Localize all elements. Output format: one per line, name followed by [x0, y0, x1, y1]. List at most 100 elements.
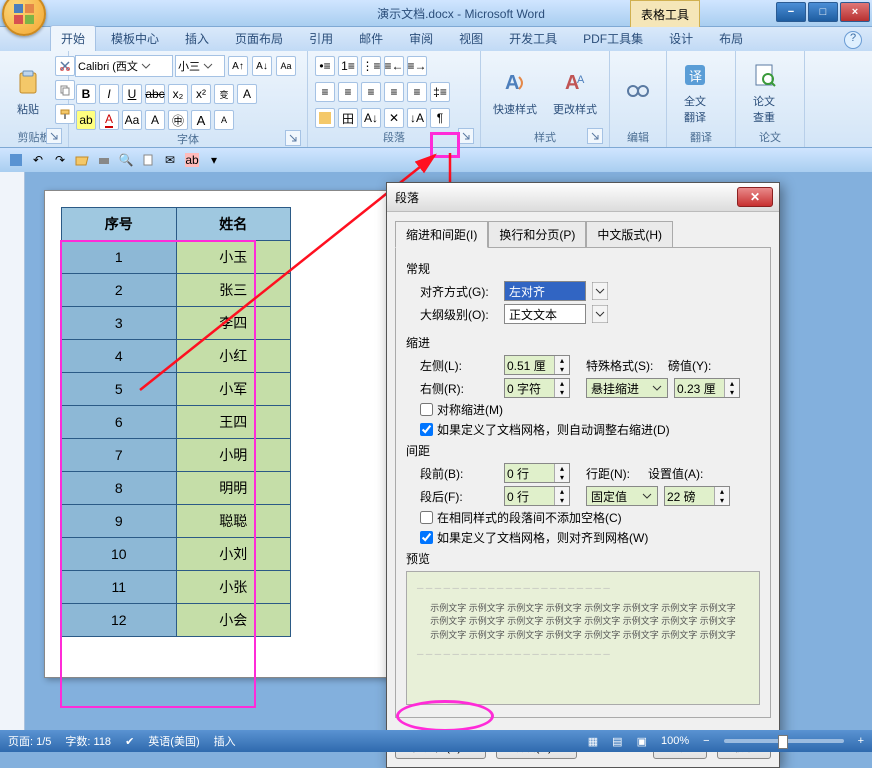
qat-undo-icon[interactable]: ↶ [29, 151, 47, 169]
tab-review[interactable]: 审阅 [398, 25, 444, 51]
zoom-level[interactable]: 100% [661, 735, 689, 747]
help-icon[interactable]: ? [844, 31, 862, 49]
align-center-icon[interactable]: ≡ [338, 82, 358, 102]
line-spacing-select[interactable]: 固定值 [586, 486, 658, 506]
multilevel-icon[interactable]: ⋮≡ [361, 56, 381, 76]
tab-mail[interactable]: 邮件 [348, 25, 394, 51]
dialog-tab-chinese[interactable]: 中文版式(H) [586, 221, 673, 248]
qat-highlight-icon[interactable]: ab [183, 151, 201, 169]
char-border-icon[interactable]: A [237, 84, 257, 104]
subscript-icon[interactable]: x₂ [168, 84, 188, 104]
change-case-icon[interactable]: Aa [122, 110, 142, 130]
minimize-button[interactable]: − [776, 2, 806, 22]
paste-button[interactable]: 粘贴 [6, 55, 50, 129]
after-spinner[interactable]: 0 行▴▾ [504, 486, 570, 506]
change-styles-button[interactable]: AA更改样式 [547, 55, 603, 129]
qat-mail-icon[interactable]: ✉ [161, 151, 179, 169]
before-spinner[interactable]: 0 行▴▾ [504, 463, 570, 483]
view-web-icon[interactable]: ▣ [637, 735, 647, 748]
zoom-in-icon[interactable]: + [858, 735, 864, 747]
tab-home[interactable]: 开始 [50, 25, 96, 51]
no-space-checkbox[interactable] [420, 511, 433, 524]
align-left-icon[interactable]: ≡ [315, 82, 335, 102]
zoom-slider[interactable] [724, 739, 844, 743]
status-lang[interactable]: 英语(美国) [148, 733, 199, 749]
qat-more-icon[interactable]: ▾ [205, 151, 223, 169]
special-value-spinner[interactable]: 0.23 厘▴▾ [674, 378, 740, 398]
tab-table-layout[interactable]: 布局 [708, 25, 754, 51]
borders-icon[interactable]: 田 [338, 108, 358, 128]
font-color-icon[interactable]: A [99, 110, 119, 130]
tab-layout[interactable]: 页面布局 [224, 25, 294, 51]
indent-left-spinner[interactable]: 0.51 厘▴▾ [504, 355, 570, 375]
bold-icon[interactable]: B [76, 84, 96, 104]
indent-right-spinner[interactable]: 0 字符▴▾ [504, 378, 570, 398]
shrink-font-icon[interactable]: A↓ [252, 56, 272, 76]
view-read-icon[interactable]: ▤ [612, 735, 622, 748]
enlarge-a-icon[interactable]: A [191, 110, 211, 130]
font-launcher[interactable] [285, 130, 301, 146]
align-right-icon[interactable]: ≡ [361, 82, 381, 102]
font-name-combo[interactable]: Calibri (西文 [75, 55, 173, 77]
styles-launcher[interactable] [587, 128, 603, 144]
dialog-close-button[interactable]: ✕ [737, 187, 773, 207]
document-table[interactable]: 序号姓名 1小玉 2张三 3李四 4小红 5小军 6王四 7小明 8明明 9聪聪… [61, 207, 291, 637]
quick-styles-button[interactable]: A快速样式 [487, 55, 543, 129]
snap-grid-checkbox[interactable] [420, 531, 433, 544]
zoom-out-icon[interactable]: − [703, 735, 709, 747]
distribute-icon[interactable]: ≡ [407, 82, 427, 102]
paragraph-launcher[interactable] [458, 128, 474, 144]
numbering-icon[interactable]: 1≡ [338, 56, 358, 76]
underline-icon[interactable]: U [122, 84, 142, 104]
dialog-tab-break[interactable]: 换行和分页(P) [488, 221, 586, 248]
sort-icon[interactable]: A↓ [361, 108, 381, 128]
phonetic-icon[interactable]: 变 [214, 84, 234, 104]
line-spacing-icon[interactable]: ‡≡ [430, 82, 450, 102]
grow-font-icon[interactable]: A↑ [228, 56, 248, 76]
status-proof-icon[interactable]: ✔ [125, 735, 134, 748]
auto-indent-checkbox[interactable] [420, 423, 433, 436]
translate-button[interactable]: 译全文 翻译 [673, 55, 717, 129]
tab-design[interactable]: 设计 [658, 25, 704, 51]
qat-redo-icon[interactable]: ↷ [51, 151, 69, 169]
indent-dec-icon[interactable]: ≡← [384, 56, 404, 76]
justify-icon[interactable]: ≡ [384, 82, 404, 102]
tab-template[interactable]: 模板中心 [100, 25, 170, 51]
tab-insert[interactable]: 插入 [174, 25, 220, 51]
find-button[interactable] [616, 55, 660, 129]
bullets-icon[interactable]: •≡ [315, 56, 335, 76]
qat-save-icon[interactable] [7, 151, 25, 169]
sort2-icon[interactable]: ↓A [407, 108, 427, 128]
dialog-titlebar[interactable]: 段落✕ [387, 183, 779, 212]
dialog-tab-indent[interactable]: 缩进和间距(I) [395, 221, 488, 248]
strike-icon[interactable]: abc [145, 84, 165, 104]
special-format-select[interactable]: 悬挂缩进 [586, 378, 668, 398]
table-tools-contextual-tab[interactable]: 表格工具 [630, 0, 700, 28]
italic-icon[interactable]: I [99, 84, 119, 104]
qat-print-icon[interactable] [95, 151, 113, 169]
indent-inc-icon[interactable]: ≡→ [407, 56, 427, 76]
tab-view[interactable]: 视图 [448, 25, 494, 51]
thesis-check-button[interactable]: 论文 查重 [742, 55, 786, 129]
tab-pdf[interactable]: PDF工具集 [572, 25, 654, 51]
clear-format-icon[interactable]: Aa [276, 56, 296, 76]
view-print-icon[interactable]: ▦ [588, 735, 598, 748]
close-button[interactable]: × [840, 2, 870, 22]
cross-icon[interactable]: ✕ [384, 108, 404, 128]
qat-open-icon[interactable] [73, 151, 91, 169]
shading-icon[interactable] [315, 108, 335, 128]
highlight-icon[interactable]: ab [76, 110, 96, 130]
align-select[interactable]: 左对齐 [504, 281, 586, 301]
tab-devtools[interactable]: 开发工具 [498, 25, 568, 51]
qat-new-icon[interactable] [139, 151, 157, 169]
mirror-indent-checkbox[interactable] [420, 403, 433, 416]
status-words[interactable]: 字数: 118 [65, 733, 111, 749]
line-at-spinner[interactable]: 22 磅▴▾ [664, 486, 730, 506]
show-marks-icon[interactable]: ¶ [430, 108, 450, 128]
chevron-down-icon[interactable] [592, 305, 608, 323]
enclose-icon[interactable]: ㊥ [168, 110, 188, 130]
maximize-button[interactable]: □ [808, 2, 838, 22]
table-header[interactable]: 姓名 [176, 208, 291, 241]
vertical-ruler[interactable] [0, 172, 25, 730]
chevron-down-icon[interactable] [592, 282, 608, 300]
